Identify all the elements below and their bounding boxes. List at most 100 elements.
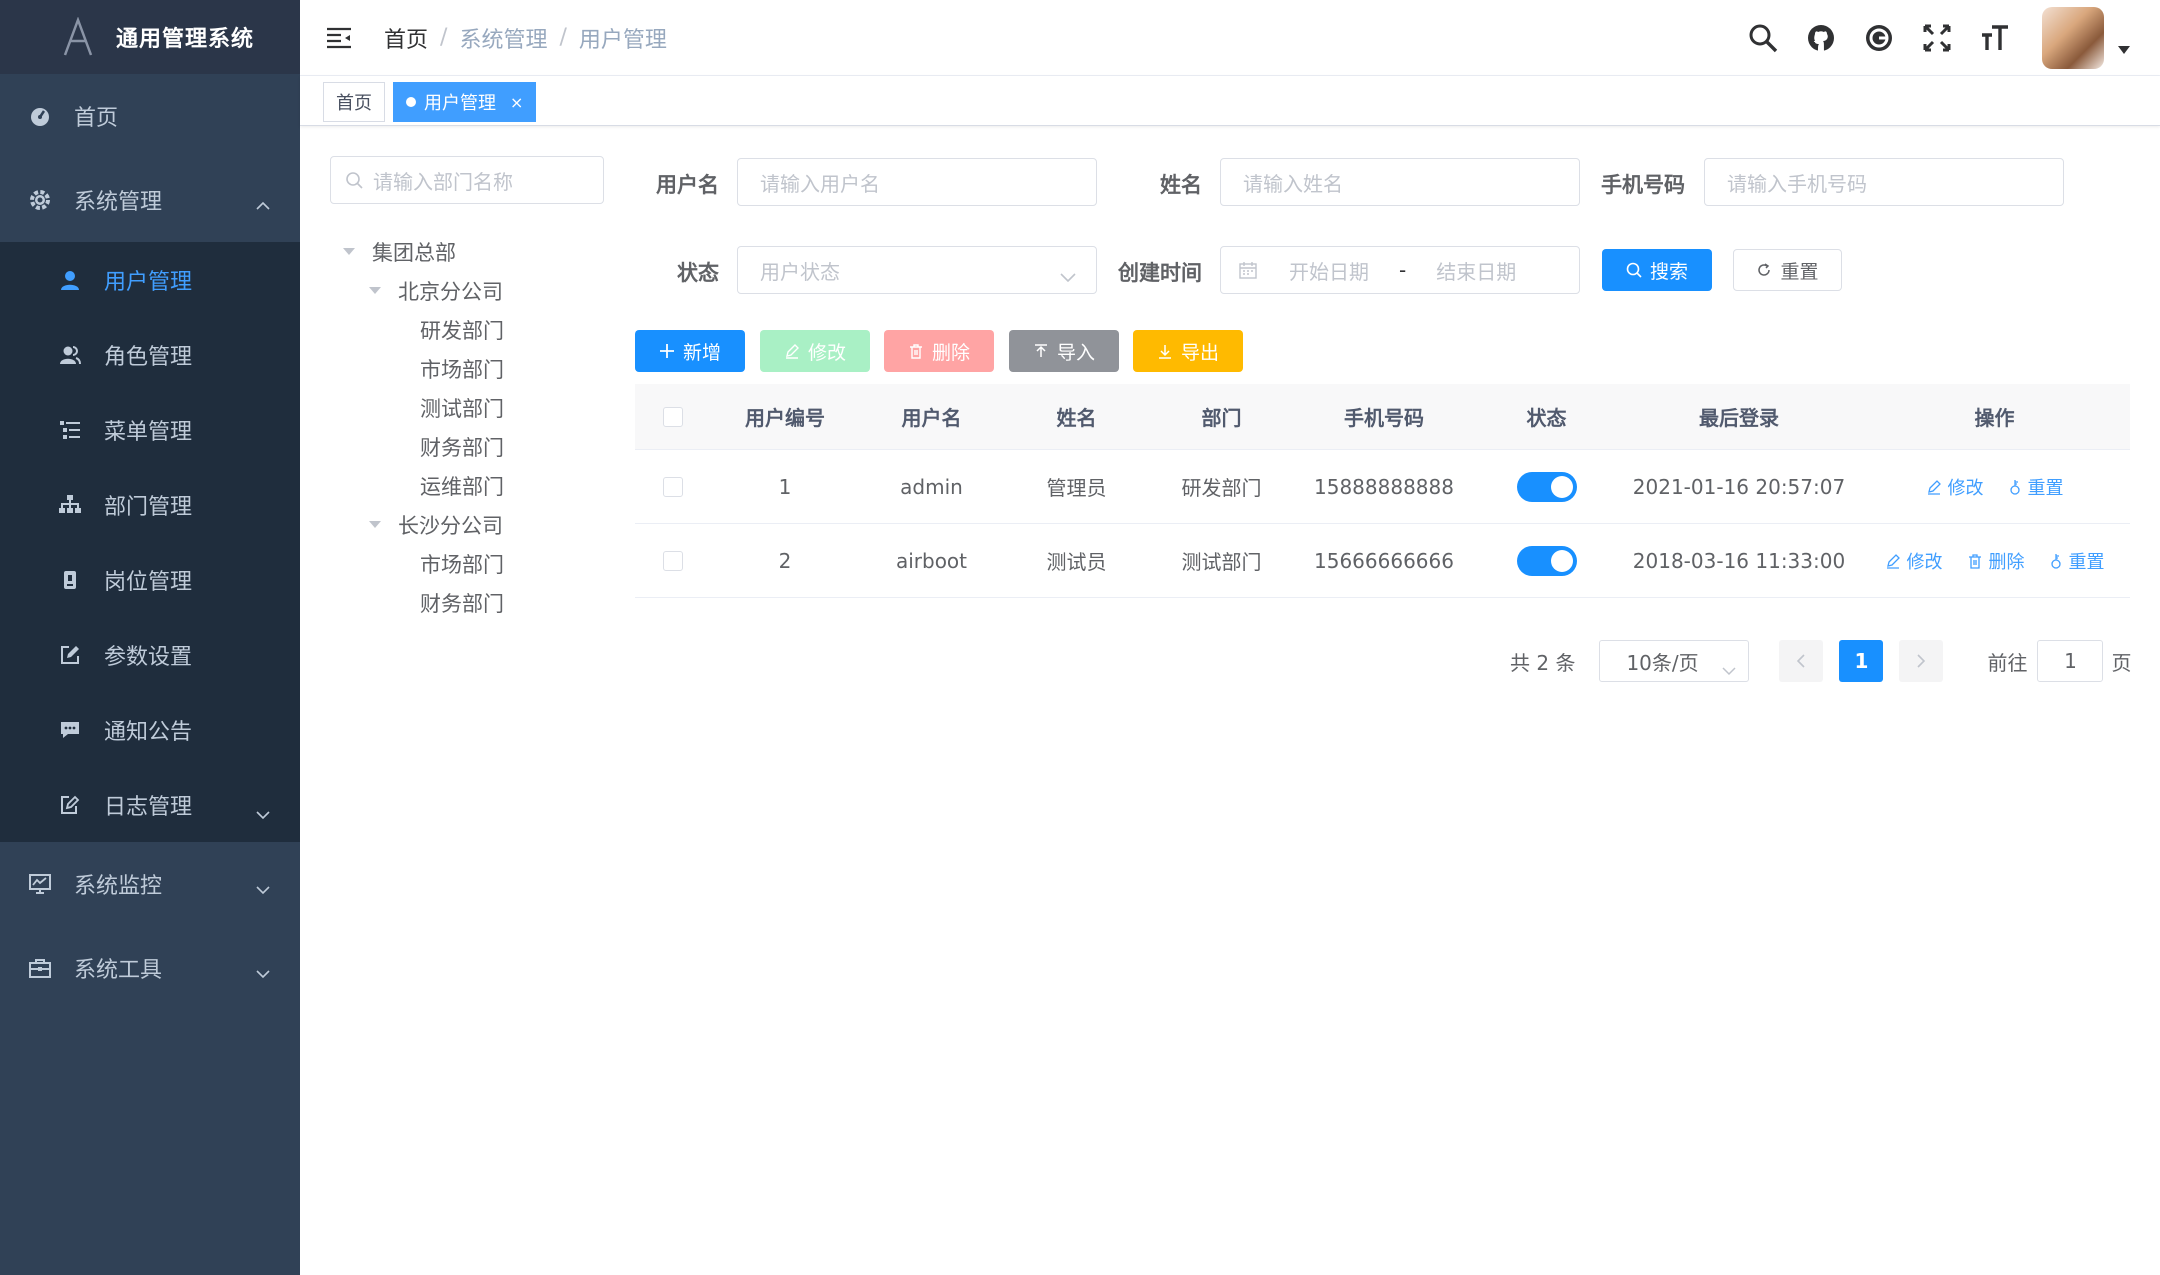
tree-node-dept[interactable]: 财务部门 — [336, 427, 504, 466]
tree-node-label: 财务部门 — [420, 435, 504, 460]
caret-down-icon[interactable] — [368, 286, 382, 295]
page-number-button[interactable]: 1 — [1839, 640, 1884, 682]
reset-button[interactable]: 重置 — [1733, 249, 1842, 291]
name-label: 姓名 — [1160, 173, 1202, 197]
row-checkbox[interactable] — [663, 550, 683, 571]
sidebar-item-label: 岗位管理 — [104, 569, 193, 595]
tree-node-dept[interactable]: 市场部门 — [336, 349, 504, 388]
search-icon[interactable] — [1746, 21, 1780, 55]
row-delete-link[interactable]: 删除 — [1967, 548, 2025, 574]
trash-icon — [908, 343, 924, 359]
tree-node-dept[interactable]: 测试部门 — [336, 388, 504, 427]
row-reset-link[interactable]: 重置 — [2049, 548, 2105, 574]
sidebar-item-home[interactable]: 首页 — [0, 74, 300, 158]
sidebar-item-users[interactable]: 用户管理 — [0, 242, 300, 317]
cell-phone: 15888888888 — [1314, 474, 1454, 499]
column-header[interactable]: 状态 — [1474, 384, 1619, 449]
edit-button[interactable]: 修改 — [760, 330, 870, 372]
tree-node-label: 长沙分公司 — [398, 513, 503, 538]
fullscreen-icon[interactable] — [1920, 21, 1954, 55]
export-button[interactable]: 导出 — [1133, 330, 1243, 372]
tags-view: 首页 用户管理 × — [300, 76, 2160, 126]
status-label: 状态 — [677, 261, 719, 285]
range-separator: - — [1399, 258, 1407, 282]
end-date-placeholder: 结束日期 — [1436, 259, 1517, 284]
column-header[interactable]: 最后登录 — [1619, 384, 1859, 449]
sidebar-item-logs[interactable]: 日志管理 — [0, 767, 300, 842]
docs-icon[interactable] — [1862, 21, 1896, 55]
sidebar-item-system[interactable]: 系统管理 — [0, 158, 300, 242]
prev-page-button[interactable] — [1779, 640, 1824, 682]
logo[interactable]: 通用管理系统 — [0, 0, 300, 74]
delete-button[interactable]: 删除 — [884, 330, 994, 372]
sidebar-item-menus[interactable]: 菜单管理 — [0, 392, 300, 467]
row-edit-link[interactable]: 修改 — [1885, 548, 1943, 574]
tree-node-dept[interactable]: 研发部门 — [336, 310, 504, 349]
sidebar-item-config[interactable]: 参数设置 — [0, 617, 300, 692]
import-button[interactable]: 导入 — [1009, 330, 1119, 372]
tree-node-dept[interactable]: 财务部门 — [336, 583, 504, 622]
cell-dept: 测试部门 — [1181, 550, 1262, 574]
chevron-down-icon — [256, 876, 270, 901]
dept-search-placeholder: 请输入部门名称 — [373, 169, 513, 194]
sidebar-item-posts[interactable]: 岗位管理 — [0, 542, 300, 617]
column-header[interactable]: 部门 — [1149, 384, 1294, 449]
button-label: 导入 — [1056, 341, 1095, 364]
tree-node-dept[interactable]: 运维部门 — [336, 466, 504, 505]
row-reset-link[interactable]: 重置 — [2008, 474, 2064, 500]
post-icon — [58, 568, 82, 592]
select-all-cell — [635, 384, 711, 449]
status-switch[interactable] — [1516, 471, 1577, 502]
row-edit-link[interactable]: 修改 — [1926, 474, 1984, 500]
column-header[interactable]: 用户编号 — [711, 384, 859, 449]
page-size-select[interactable]: 10条/页 — [1599, 640, 1750, 682]
chevron-down-icon — [256, 801, 270, 826]
status-select[interactable]: 用户状态 — [737, 246, 1097, 294]
phone-input[interactable]: 请输入手机号码 — [1704, 158, 2064, 206]
avatar[interactable] — [2042, 7, 2104, 69]
sidebar-item-depts[interactable]: 部门管理 — [0, 467, 300, 542]
caret-down-icon[interactable] — [2118, 39, 2130, 58]
tag-user-management[interactable]: 用户管理 × — [393, 82, 537, 122]
name-input[interactable]: 请输入姓名 — [1220, 158, 1580, 206]
caret-down-icon[interactable] — [342, 247, 356, 256]
tag-home[interactable]: 首页 — [323, 82, 385, 122]
tree-node-changsha[interactable]: 长沙分公司 — [336, 505, 504, 544]
tree-node-hq[interactable]: 集团总部 — [336, 232, 504, 271]
chevron-down-icon — [1060, 263, 1076, 287]
close-icon[interactable]: × — [510, 93, 523, 112]
active-dot-icon — [406, 97, 416, 107]
select-all-checkbox[interactable] — [663, 406, 683, 427]
app-title: 通用管理系统 — [116, 27, 255, 52]
search-button[interactable]: 搜索 — [1602, 249, 1712, 291]
next-page-button[interactable] — [1899, 640, 1944, 682]
column-header[interactable]: 姓名 — [1004, 384, 1149, 449]
column-header[interactable]: 手机号码 — [1294, 384, 1474, 449]
sidebar-item-tools[interactable]: 系统工具 — [0, 926, 300, 1010]
search-icon — [1626, 262, 1642, 278]
breadcrumb-current: 用户管理 — [578, 27, 667, 53]
goto-page-input[interactable]: 1 — [2037, 640, 2104, 682]
column-header[interactable]: 用户名 — [859, 384, 1004, 449]
sidebar-item-roles[interactable]: 角色管理 — [0, 317, 300, 392]
phone-label: 手机号码 — [1601, 173, 1685, 197]
status-switch[interactable] — [1516, 545, 1577, 576]
hamburger-icon[interactable] — [324, 23, 354, 53]
sidebar-item-notice[interactable]: 通知公告 — [0, 692, 300, 767]
date-range-picker[interactable]: 开始日期 - 结束日期 — [1220, 246, 1580, 294]
select-cell — [635, 524, 711, 597]
add-button[interactable]: 新增 — [635, 330, 745, 372]
tree-node-label: 研发部门 — [420, 318, 504, 343]
sidebar-item-monitor[interactable]: 系统监控 — [0, 842, 300, 926]
caret-down-icon[interactable] — [368, 520, 382, 529]
tree-node-beijing[interactable]: 北京分公司 — [336, 271, 504, 310]
tree-node-dept[interactable]: 市场部门 — [336, 544, 504, 583]
username-input[interactable]: 请输入用户名 — [737, 158, 1097, 206]
github-icon[interactable] — [1804, 21, 1838, 55]
row-checkbox[interactable] — [663, 476, 683, 497]
dept-search-input[interactable]: 请输入部门名称 — [330, 156, 604, 204]
font-size-icon[interactable] — [1978, 21, 2012, 55]
navbar: 首页 / 系统管理 / 用户管理 — [300, 0, 2160, 76]
tree-node-label: 市场部门 — [420, 357, 504, 382]
breadcrumb-home[interactable]: 首页 — [384, 22, 428, 54]
